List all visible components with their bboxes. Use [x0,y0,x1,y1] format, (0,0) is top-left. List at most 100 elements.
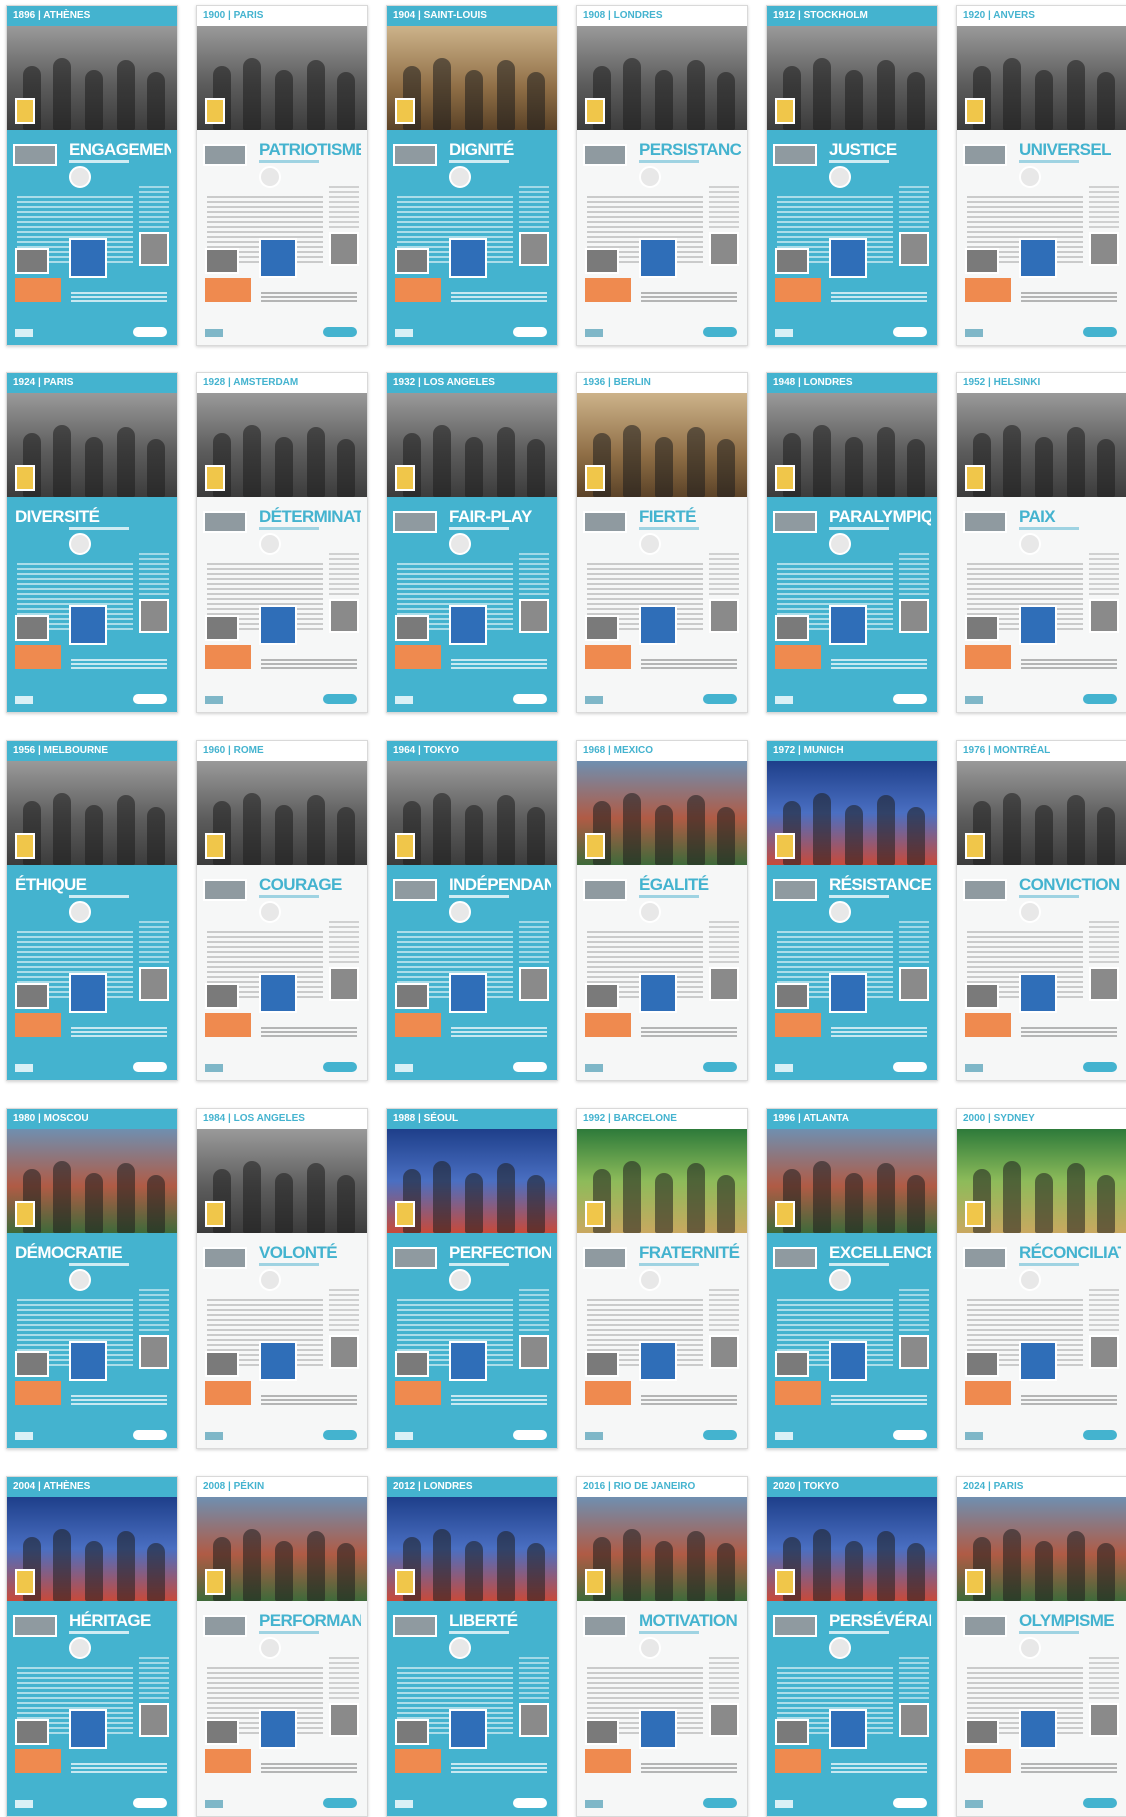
info-card [449,1341,487,1381]
portrait-avatar [259,1269,281,1291]
poster-thumbnail [583,511,627,533]
poster-card[interactable]: 1928 | AMSTERDAM DÉTERMINATION [196,372,368,713]
poster-card[interactable]: 1936 | BERLIN FIERTÉ [576,372,748,713]
highlight-box [15,1749,61,1773]
poster-card[interactable]: 1932 | LOS ANGELES FAIR-PLAY [386,372,558,713]
info-card [639,1341,677,1381]
side-text [899,186,929,230]
footer-badge [133,694,167,704]
poster-header: 1936 | BERLIN [577,373,747,393]
poster-thumbnail [583,144,627,166]
poster-card[interactable]: 1912 | STOCKHOLM JUSTICE [766,5,938,346]
poster-year: 1992 [583,1113,606,1124]
logo-icon [775,329,793,337]
side-text [139,1657,169,1701]
portrait-avatar [1019,533,1041,555]
logo-icon [205,329,223,337]
poster-card[interactable]: 1952 | HELSINKI PAIX [956,372,1126,713]
poster-card[interactable]: 1956 | MELBOURNE ÉTHIQUE [6,740,178,1081]
inset-photo [775,1719,809,1745]
side-text [519,186,549,230]
poster-card[interactable]: 1896 | ATHÈNES ENGAGEMENT [6,5,178,346]
poster-card[interactable]: 1964 | TOKYO INDÉPENDANCE [386,740,558,1081]
inset-photo [585,248,619,274]
poster-value-word: JUSTICE [829,140,897,159]
poster-card[interactable]: 1904 | SAINT-LOUIS DIGNITÉ [386,5,558,346]
poster-header: 1996 | ATLANTA [767,1109,937,1129]
side-text [519,1289,549,1333]
poster-card[interactable]: 2020 | TOKYO PERSÉVÉRANCE [766,1476,938,1817]
poster-card[interactable]: 1900 | PARIS PATRIOTISME [196,5,368,346]
poster-value-word: FRATERNITÉ [639,1243,740,1262]
side-photo [329,1335,359,1369]
footer-text [451,1395,547,1407]
poster-thumbnail [393,511,437,533]
portrait-avatar [449,1269,471,1291]
poster-thumbnail [773,1247,817,1269]
poster-card[interactable]: 1924 | PARIS DIVERSITÉ [6,372,178,713]
poster-card[interactable]: 1960 | ROME COURAGE [196,740,368,1081]
poster-card[interactable]: 1908 | LONDRES PERSISTANCE [576,5,748,346]
poster-city: SAINT-LOUIS [423,10,487,21]
info-card [259,973,297,1013]
footer-text [1021,1763,1117,1775]
poster-photo [387,26,557,130]
side-photo [329,232,359,266]
poster-city: TOKYO [803,1481,839,1492]
stamp-icon [205,833,225,859]
poster-subtitle [449,160,509,163]
poster-card[interactable]: 2024 | PARIS OLYMPISME [956,1476,1126,1817]
logo-icon [395,696,413,704]
poster-header: 1976 | MONTRÉAL [957,741,1126,761]
inset-photo [15,248,49,274]
poster-card[interactable]: 1992 | BARCELONE FRATERNITÉ [576,1108,748,1449]
poster-thumbnail [773,511,817,533]
poster-value-word: UNIVERSEL [1019,140,1112,159]
side-photo [519,1703,549,1737]
logo-icon [585,329,603,337]
poster-year: 1912 [773,10,796,21]
side-text [709,186,739,230]
info-card [639,973,677,1013]
side-text [1089,1289,1119,1333]
poster-card[interactable]: 1968 | MEXICO ÉGALITÉ [576,740,748,1081]
footer-badge [703,1798,737,1808]
side-photo [899,967,929,1001]
poster-card[interactable]: 1988 | SÉOUL PERFECTION [386,1108,558,1449]
poster-city: LONDRES [803,377,853,388]
poster-photo [767,393,937,497]
highlight-box [205,1381,251,1405]
poster-card[interactable]: 2008 | PÉKIN PERFORMANCE [196,1476,368,1817]
side-photo [519,599,549,633]
highlight-box [395,1013,441,1037]
portrait-avatar [69,1269,91,1291]
poster-year: 1952 [963,377,986,388]
side-photo [139,1335,169,1369]
highlight-box [965,1749,1011,1773]
logo-icon [965,696,983,704]
poster-thumbnail [393,144,437,166]
poster-card[interactable]: 1972 | MUNICH RÉSISTANCE [766,740,938,1081]
stamp-icon [775,1201,795,1227]
poster-card[interactable]: 2004 | ATHÈNES HÉRITAGE [6,1476,178,1817]
poster-card[interactable]: 1984 | LOS ANGELES VOLONTÉ [196,1108,368,1449]
poster-card[interactable]: 1948 | LONDRES PARALYMPIQUE [766,372,938,713]
poster-card[interactable]: 1920 | ANVERS UNIVERSEL [956,5,1126,346]
poster-header: 1992 | BARCELONE [577,1109,747,1129]
poster-card[interactable]: 1980 | MOSCOU DÉMOCRATIE [6,1108,178,1449]
poster-card[interactable]: 2016 | RIO DE JANEIRO MOTIVATION [576,1476,748,1817]
poster-card[interactable]: 1976 | MONTRÉAL CONVICTION [956,740,1126,1081]
poster-header: 2012 | LONDRES [387,1477,557,1497]
poster-subtitle [69,1631,129,1634]
poster-header: 1908 | LONDRES [577,6,747,26]
side-photo [139,599,169,633]
poster-card[interactable]: 1996 | ATLANTA EXCELLENCE [766,1108,938,1449]
poster-header: 1956 | MELBOURNE [7,741,177,761]
inset-photo [395,1351,429,1377]
poster-card[interactable]: 2000 | SYDNEY RÉCONCILIATION [956,1108,1126,1449]
footer-badge [893,694,927,704]
poster-card[interactable]: 2012 | LONDRES LIBERTÉ [386,1476,558,1817]
highlight-box [205,278,251,302]
poster-header: 1984 | LOS ANGELES [197,1109,367,1129]
stamp-icon [965,465,985,491]
